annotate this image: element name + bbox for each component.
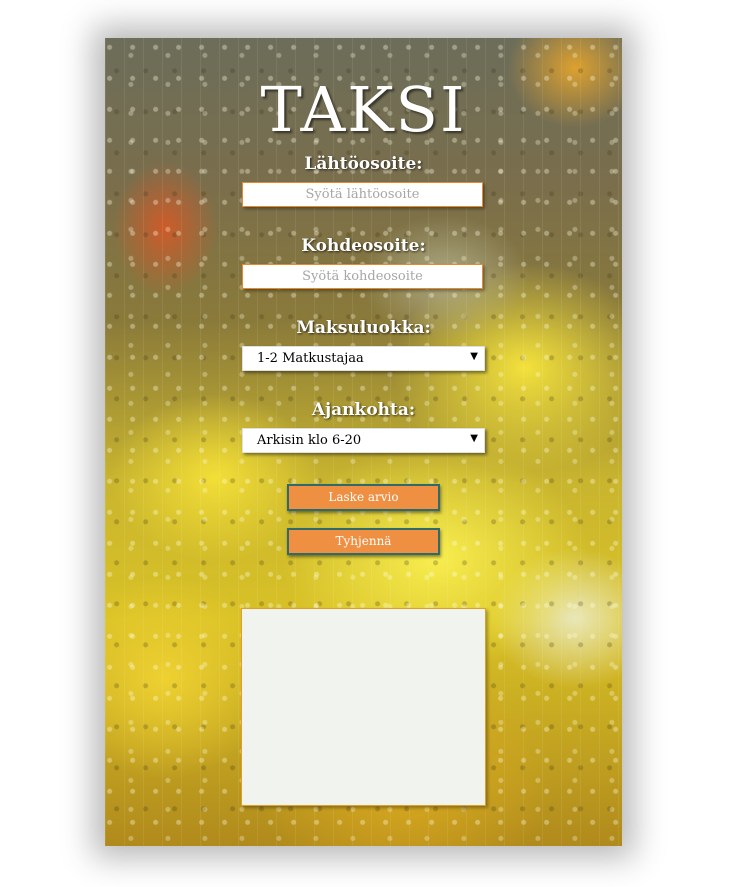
time-label: Ajankohta: (311, 400, 416, 420)
destination-address-label: Kohdeosoite: (301, 236, 426, 256)
payment-class-select[interactable]: 1-2 Matkustajaa ▼ (242, 346, 485, 371)
taxi-app-panel: TAKSI Lähtöosoite: Kohdeosoite: Maksuluo… (105, 38, 622, 846)
start-address-input[interactable] (243, 183, 482, 206)
payment-class-label: Maksuluokka: (296, 318, 431, 338)
time-value: Arkisin klo 6-20 (257, 433, 362, 448)
time-select[interactable]: Arkisin klo 6-20 ▼ (242, 428, 485, 453)
destination-address-field-wrap (242, 264, 483, 289)
result-box (241, 608, 486, 806)
dropdown-arrow-icon: ▼ (470, 351, 478, 362)
clear-button[interactable]: Tyhjennä (287, 528, 440, 555)
destination-address-input[interactable] (243, 265, 482, 288)
start-address-field-wrap (242, 182, 483, 207)
dropdown-arrow-icon: ▼ (470, 433, 478, 444)
payment-class-value: 1-2 Matkustajaa (257, 351, 364, 366)
calculate-button[interactable]: Laske arvio (287, 484, 440, 511)
start-address-label: Lähtöosoite: (304, 154, 423, 174)
page-title: TAKSI (260, 73, 467, 146)
